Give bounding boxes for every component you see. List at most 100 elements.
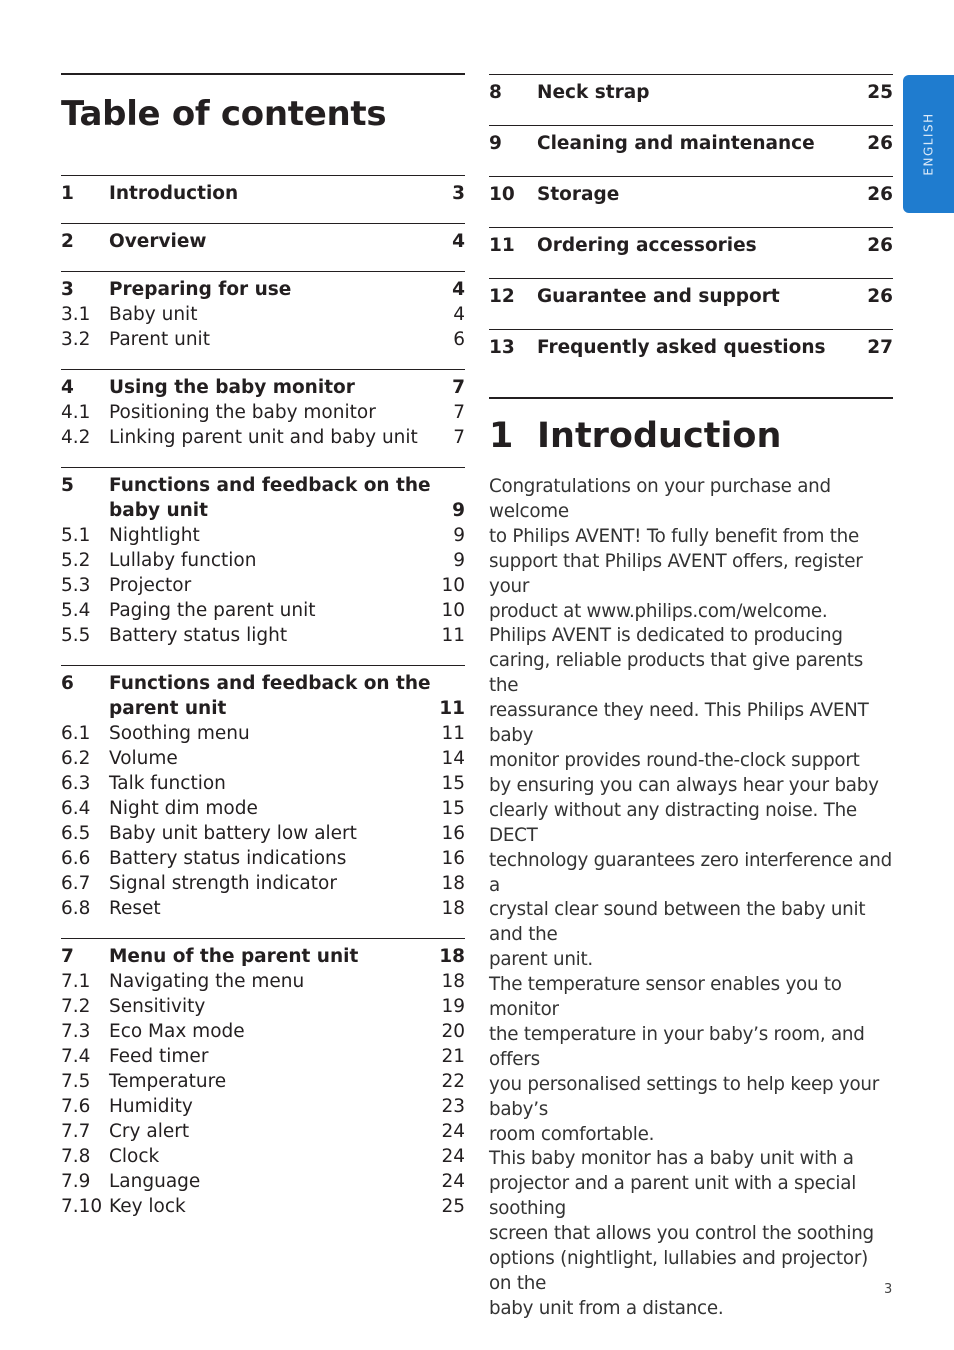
toc-entry[interactable]: 8 Neck strap 25 <box>489 80 893 105</box>
toc-subentry[interactable]: 5.2 Lullaby function 9 <box>61 548 465 573</box>
toc-entry-page: 20 <box>441 1021 465 1042</box>
toc-entry-page: 26 <box>867 235 893 256</box>
toc-subentry[interactable]: 7.8 Clock 24 <box>61 1144 465 1169</box>
toc-entry-page: 9 <box>453 550 465 571</box>
toc-subentry[interactable]: 5.3 Projector 10 <box>61 573 465 598</box>
toc-entry-number: 5.5 <box>61 625 91 646</box>
toc-entry-page: 21 <box>441 1046 465 1067</box>
toc-subentry[interactable]: 7.3 Eco Max mode 20 <box>61 1019 465 1044</box>
toc-list-right: 8 Neck strap 25 9 Cleaning and maintenance 26… <box>489 74 893 380</box>
toc-entry-label: Linking parent unit and baby unit <box>109 427 418 448</box>
toc-subentry[interactable]: 7.2 Sensitivity 19 <box>61 994 465 1019</box>
toc-subentry[interactable]: 7.7 Cry alert 24 <box>61 1119 465 1144</box>
toc-entry[interactable]: 3 Preparing for use 4 <box>61 277 465 302</box>
toc-entry-page: 22 <box>441 1071 465 1092</box>
toc-entry-line[interactable]: 6 Functions and feedback on the <box>61 671 465 696</box>
toc-entry-page: 4 <box>453 304 465 325</box>
toc-entry-number: 11 <box>489 235 515 256</box>
toc-subentry[interactable]: 7.5 Temperature 22 <box>61 1069 465 1094</box>
toc-entry[interactable]: 9 Cleaning and maintenance 26 <box>489 131 893 156</box>
toc-entry-line[interactable]: 5 Functions and feedback on the <box>61 473 465 498</box>
toc-entry-number: 7.4 <box>61 1046 91 1067</box>
toc-entry-label: Feed timer <box>109 1046 209 1067</box>
toc-entry[interactable]: 7 Menu of the parent unit 18 <box>61 944 465 969</box>
intro-text-line: by ensuring you can always hear your bab… <box>489 774 879 796</box>
toc-section: 3 Preparing for use 4 3.1 Baby unit 4 3.2 Paren… <box>61 271 465 369</box>
toc-entry[interactable]: 12 Guarantee and support 26 <box>489 284 893 309</box>
toc-entry-page: 25 <box>867 82 893 103</box>
toc-entry-number: 10 <box>489 184 515 205</box>
toc-entry-page: 9 <box>452 500 465 521</box>
toc-subentry[interactable]: 6.8 Reset 18 <box>61 896 465 921</box>
toc-subentry[interactable]: 6.3 Talk function 15 <box>61 771 465 796</box>
toc-entry-number: 7 <box>61 946 74 967</box>
toc-subentry[interactable]: 5.5 Battery status light 11 <box>61 623 465 648</box>
toc-list-left: 1 Introduction 3 2 Overview 4 3 Preparing for u… <box>61 175 465 1236</box>
intro-text-line: caring, reliable products that give pare… <box>489 650 863 697</box>
toc-section: 5 Functions and feedback on the baby unit 9… <box>61 467 465 665</box>
intro-text-line: baby unit from a distance. <box>489 1297 724 1319</box>
toc-entry-page: 6 <box>453 329 465 350</box>
toc-entry[interactable]: 4 Using the baby monitor 7 <box>61 375 465 400</box>
page-number: 3 <box>884 1282 893 1297</box>
toc-entry[interactable]: baby unit 9 <box>61 498 465 523</box>
toc-entry[interactable]: 11 Ordering accessories 26 <box>489 233 893 258</box>
toc-entry-number: 6 <box>61 673 74 694</box>
toc-subentry[interactable]: 5.1 Nightlight 9 <box>61 523 465 548</box>
toc-subentry[interactable]: 3.1 Baby unit 4 <box>61 302 465 327</box>
toc-entry[interactable]: 13 Frequently asked questions 27 <box>489 335 893 360</box>
toc-entry-page: 10 <box>441 600 465 621</box>
toc-entry-page: 15 <box>441 798 465 819</box>
toc-entry-number: 7.8 <box>61 1146 91 1167</box>
toc-subentry[interactable]: 6.2 Volume 14 <box>61 746 465 771</box>
toc-entry-page: 7 <box>453 427 465 448</box>
toc-entry-label: Cry alert <box>109 1121 190 1142</box>
toc-entry-number: 6.4 <box>61 798 91 819</box>
toc-entry-label: Baby unit battery low alert <box>109 823 357 844</box>
toc-subentry[interactable]: 7.4 Feed timer 21 <box>61 1044 465 1069</box>
intro-text-line: projector and a parent unit with a speci… <box>489 1173 857 1220</box>
toc-entry[interactable]: parent unit 11 <box>61 696 465 721</box>
toc-subentry[interactable]: 6.6 Battery status indications 16 <box>61 846 465 871</box>
toc-subentry[interactable]: 5.4 Paging the parent unit 10 <box>61 598 465 623</box>
toc-section: 10 Storage 26 <box>489 176 893 227</box>
toc-entry-label: Key lock <box>109 1196 186 1217</box>
toc-entry-label: Introduction <box>109 183 239 204</box>
toc-entry[interactable]: 2 Overview 4 <box>61 229 465 254</box>
intro-text-line: technology guarantees zero interference … <box>489 849 892 896</box>
toc-subentry[interactable]: 6.7 Signal strength indicator 18 <box>61 871 465 896</box>
toc-section: 7 Menu of the parent unit 18 7.1 Navigating … <box>61 938 465 1236</box>
toc-entry-page: 27 <box>867 337 893 358</box>
toc-entry-label: Frequently asked questions <box>537 337 826 358</box>
toc-subentry[interactable]: 7.10 Key lock 25 <box>61 1194 465 1219</box>
toc-subentry[interactable]: 3.2 Parent unit 6 <box>61 327 465 352</box>
toc-entry-page: 24 <box>441 1121 465 1142</box>
toc-entry-page: 9 <box>453 525 465 546</box>
toc-entry[interactable]: 10 Storage 26 <box>489 182 893 207</box>
toc-subentry[interactable]: 7.6 Humidity 23 <box>61 1094 465 1119</box>
toc-subentry[interactable]: 6.5 Baby unit battery low alert 16 <box>61 821 465 846</box>
toc-entry-number: 7.10 <box>61 1196 103 1217</box>
toc-entry-label: Using the baby monitor <box>109 377 355 398</box>
toc-entry-page: 15 <box>441 773 465 794</box>
toc-entry-page: 18 <box>441 873 465 894</box>
toc-entry-number: 7.1 <box>61 971 91 992</box>
intro-text-line: support that Philips AVENT offers, regis… <box>489 550 863 597</box>
toc-subentry[interactable]: 4.1 Positioning the baby monitor 7 <box>61 400 465 425</box>
intro-text-line: screen that allows you control the sooth… <box>489 1223 874 1245</box>
toc-entry-number: 4 <box>61 377 74 398</box>
toc-section: 12 Guarantee and support 26 <box>489 278 893 329</box>
toc-subentry[interactable]: 7.1 Navigating the menu 18 <box>61 969 465 994</box>
toc-entry-label: Language <box>109 1171 201 1192</box>
toc-subentry[interactable]: 6.1 Soothing menu 11 <box>61 721 465 746</box>
toc-entry[interactable]: 1 Introduction 3 <box>61 181 465 206</box>
intro-body: Congratulations on your purchase and wel… <box>489 475 893 1322</box>
intro-text-line: reassurance they need. This Philips AVEN… <box>489 700 869 747</box>
toc-entry-number: 7.2 <box>61 996 91 1017</box>
toc-entry-page: 7 <box>452 377 465 398</box>
toc-subentry[interactable]: 7.9 Language 24 <box>61 1169 465 1194</box>
toc-subentry[interactable]: 4.2 Linking parent unit and baby unit 7 <box>61 425 465 450</box>
toc-subentry[interactable]: 6.4 Night dim mode 15 <box>61 796 465 821</box>
toc-left-column: Table of contents 1 Introduction 3 2 Overvie… <box>61 73 465 1236</box>
toc-entry-page: 7 <box>453 402 465 423</box>
